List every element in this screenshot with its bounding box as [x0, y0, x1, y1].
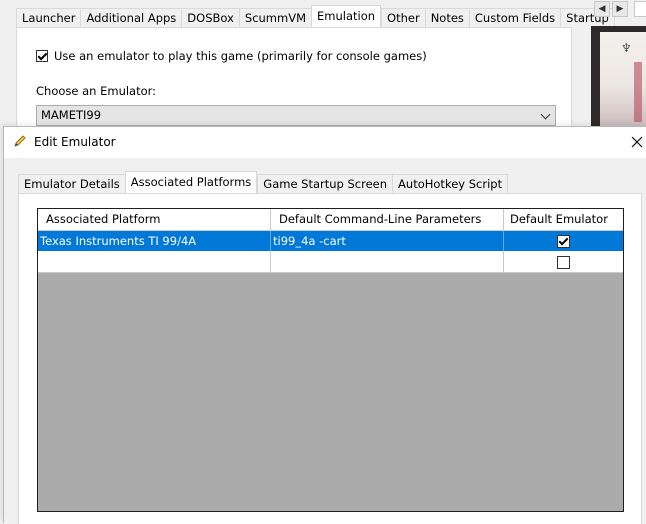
emulation-panel: Use an emulator to play this game (prima…: [16, 27, 572, 130]
tab-associated-platforms[interactable]: Associated Platforms: [124, 171, 258, 193]
tab-scummvm[interactable]: ScummVM: [238, 8, 311, 27]
nav-extra-button[interactable]: [634, 1, 646, 17]
default-emulator-cell[interactable]: [504, 231, 623, 252]
edit-emulator-dialog: Edit Emulator Emulator Details Associate…: [3, 126, 646, 524]
tab-launcher[interactable]: Launcher: [16, 8, 81, 27]
tab-emulator-details[interactable]: Emulator Details: [18, 174, 125, 193]
tab-game-startup-screen[interactable]: Game Startup Screen: [257, 174, 393, 193]
dialog-titlebar[interactable]: Edit Emulator: [4, 127, 646, 158]
dialog-title: Edit Emulator: [34, 135, 116, 149]
default-emulator-checkbox[interactable]: [557, 255, 570, 269]
ti-logo-icon: ♆: [621, 41, 632, 55]
tab-additional-apps[interactable]: Additional Apps: [80, 8, 182, 27]
parent-tab-strip: Launcher Additional Apps DOSBox ScummVM …: [16, 5, 615, 27]
tab-notes[interactable]: Notes: [424, 8, 469, 27]
table-row[interactable]: Texas Instruments TI 99/4A ti99_4a -cart: [38, 231, 623, 252]
pencil-icon: [14, 135, 26, 147]
tab-other[interactable]: Other: [381, 8, 425, 27]
tab-emulation[interactable]: Emulation: [311, 5, 382, 27]
box-art-image: ♆: [600, 32, 646, 130]
table-row-new[interactable]: [38, 252, 623, 273]
tab-autohotkey-script[interactable]: AutoHotkey Script: [392, 174, 509, 193]
emulator-select-value: MAMETI99: [41, 108, 102, 122]
tab-custom-fields[interactable]: Custom Fields: [468, 8, 561, 27]
parent-window: Launcher Additional Apps DOSBox ScummVM …: [0, 0, 646, 130]
choose-emulator-label: Choose an Emulator:: [36, 84, 157, 98]
chevron-down-icon: [540, 109, 551, 120]
default-emulator-cell[interactable]: [504, 252, 623, 273]
emulator-select[interactable]: MAMETI99: [36, 105, 556, 126]
platform-cell[interactable]: Texas Instruments TI 99/4A: [38, 231, 271, 252]
tab-dosbox[interactable]: DOSBox: [181, 8, 239, 27]
params-cell[interactable]: ti99_4a -cart: [271, 231, 504, 252]
dialog-tab-strip: Emulator Details Associated Platforms Ga…: [18, 171, 509, 193]
use-emulator-row[interactable]: Use an emulator to play this game (prima…: [36, 49, 427, 63]
platforms-grid[interactable]: Associated Platform Default Command-Line…: [37, 208, 624, 512]
platform-cell[interactable]: [38, 252, 271, 273]
game-box-art-thumbnail[interactable]: ♆: [591, 26, 646, 130]
column-header-params[interactable]: Default Command-Line Parameters: [271, 209, 504, 230]
column-header-platform[interactable]: Associated Platform: [38, 209, 271, 230]
use-emulator-checkbox[interactable]: [36, 50, 48, 62]
default-emulator-checkbox[interactable]: [557, 234, 570, 248]
grid-header-row: Associated Platform Default Command-Line…: [38, 209, 623, 231]
close-icon[interactable]: [630, 135, 644, 149]
dialog-client-area: Emulator Details Associated Platforms Ga…: [4, 158, 646, 524]
nav-next-button[interactable]: ▶: [612, 1, 628, 17]
use-emulator-label: Use an emulator to play this game (prima…: [54, 49, 427, 63]
nav-prev-button[interactable]: ◀: [594, 1, 610, 17]
params-cell[interactable]: [271, 252, 504, 273]
associated-platforms-panel: Associated Platform Default Command-Line…: [18, 193, 642, 524]
column-header-default[interactable]: Default Emulator: [504, 209, 623, 230]
